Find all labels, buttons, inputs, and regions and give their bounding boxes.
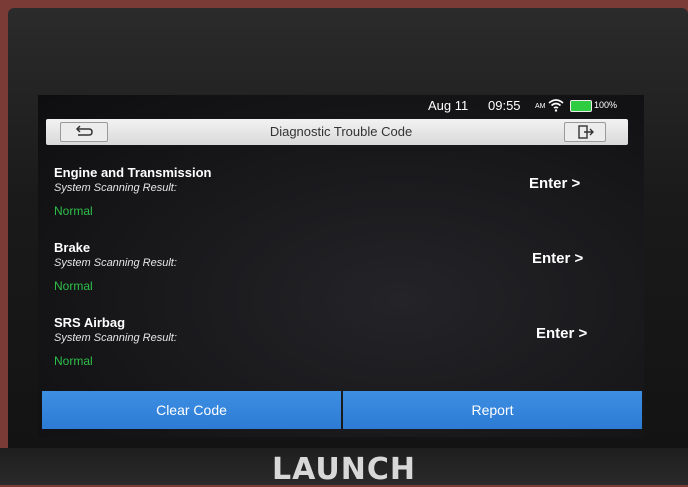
scan-status: Normal bbox=[54, 279, 93, 293]
status-date: Aug 11 bbox=[428, 98, 469, 113]
exit-button[interactable] bbox=[564, 122, 606, 142]
enter-button-brake[interactable]: Enter > bbox=[532, 250, 583, 267]
page-title: Diagnostic Trouble Code bbox=[269, 124, 413, 139]
wifi-icon bbox=[548, 99, 564, 112]
enter-button-engine[interactable]: Enter > bbox=[529, 175, 580, 192]
status-time: 09:55 bbox=[488, 98, 521, 113]
system-row-engine: Engine and Transmission System Scanning … bbox=[54, 165, 614, 235]
scan-result-label: System Scanning Result: bbox=[54, 257, 177, 269]
scan-status: Normal bbox=[54, 204, 93, 218]
exit-icon bbox=[578, 125, 594, 139]
scan-status: Normal bbox=[54, 354, 93, 368]
back-arrow-icon bbox=[75, 125, 93, 136]
battery-icon bbox=[570, 100, 592, 112]
system-row-srs-airbag: SRS Airbag System Scanning Result: Norma… bbox=[54, 315, 614, 385]
scan-result-label: System Scanning Result: bbox=[54, 332, 177, 344]
system-name: SRS Airbag bbox=[54, 315, 126, 330]
enter-button-srs-airbag[interactable]: Enter > bbox=[536, 325, 587, 342]
system-row-brake: Brake System Scanning Result: Normal Ent… bbox=[54, 240, 614, 310]
clear-code-button[interactable]: Clear Code bbox=[42, 391, 341, 429]
status-bar: Aug 11 09:55 AM 100% bbox=[38, 95, 644, 117]
system-name: Engine and Transmission bbox=[54, 165, 212, 180]
scan-result-label: System Scanning Result: bbox=[54, 182, 177, 194]
status-battery-percent: 100% bbox=[594, 100, 618, 110]
device-screen: Aug 11 09:55 AM 100% Diagnostic Trouble … bbox=[38, 95, 644, 437]
bottom-action-bar: Clear Code Report bbox=[42, 391, 642, 429]
back-button[interactable] bbox=[60, 122, 108, 142]
system-name: Brake bbox=[54, 240, 91, 255]
report-button[interactable]: Report bbox=[343, 391, 642, 429]
brand-logo: LAUNCH bbox=[271, 452, 416, 487]
status-ampm: AM bbox=[535, 103, 546, 110]
title-bar: Diagnostic Trouble Code bbox=[46, 119, 628, 145]
